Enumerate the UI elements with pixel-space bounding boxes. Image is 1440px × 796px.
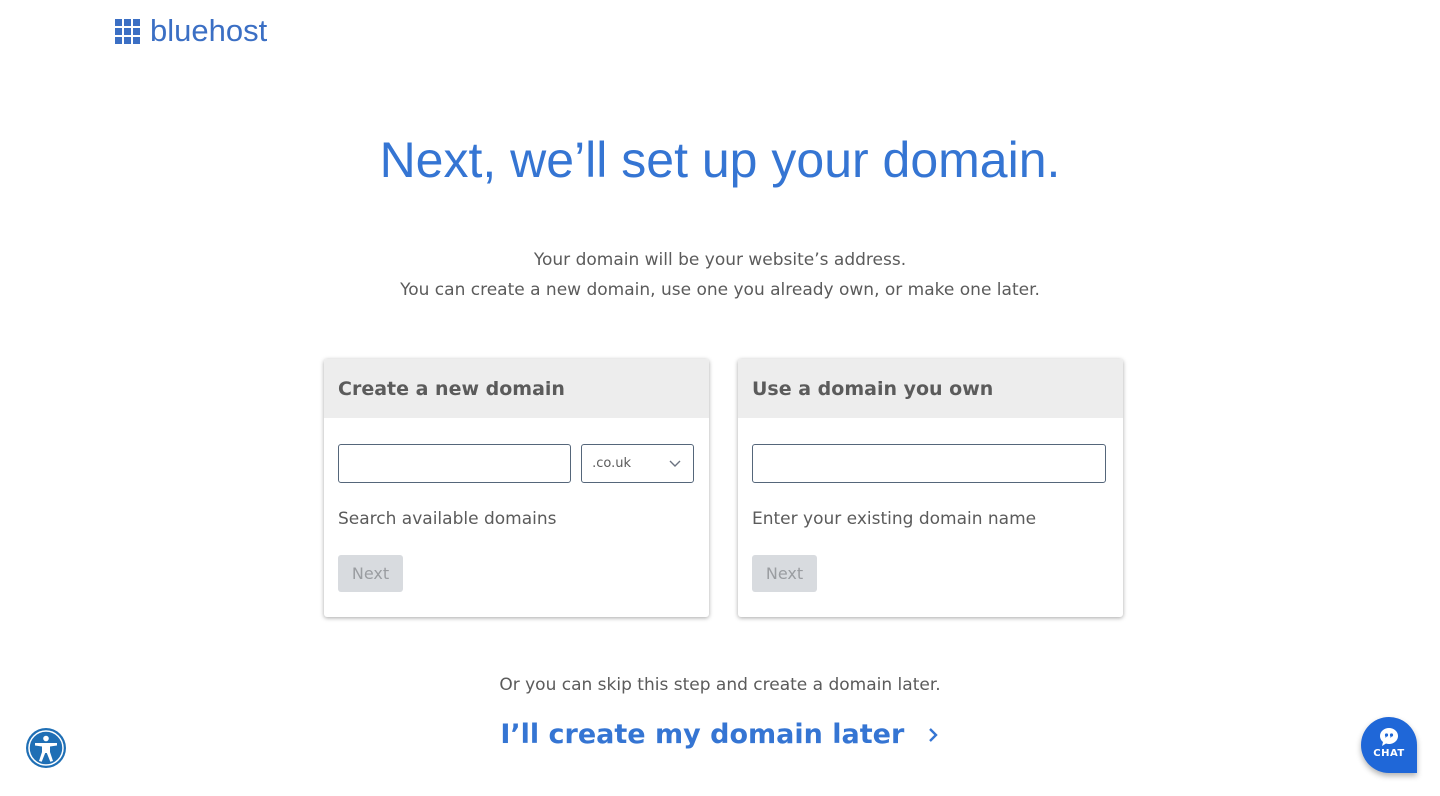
later-link-label: I’ll create my domain later <box>500 719 905 750</box>
chevron-right-icon <box>928 728 938 742</box>
tld-select[interactable]: .co.uk <box>581 444 695 483</box>
own-domain-next-button[interactable]: Next <box>752 555 817 592</box>
create-domain-later-link[interactable]: I’ll create my domain later <box>0 715 1440 755</box>
chat-label: CHAT <box>1373 748 1405 759</box>
create-new-domain-card: Create a new domain .co.uk Search availa… <box>324 359 709 617</box>
card-title: Use a domain you own <box>738 359 1123 418</box>
existing-domain-input[interactable] <box>752 444 1106 483</box>
tld-selected-value: .co.uk <box>592 456 631 471</box>
bluehost-logo[interactable]: bluehost <box>115 15 267 47</box>
chat-bubble-icon <box>1380 728 1398 746</box>
existing-domain-helper-text: Enter your existing domain name <box>752 509 1037 529</box>
card-title: Create a new domain <box>324 359 709 418</box>
page-title: Next, we’ll set up your domain. <box>379 132 1061 188</box>
subtitle-line-1: Your domain will be your website’s addre… <box>533 250 907 270</box>
accessibility-icon <box>28 730 64 766</box>
grid-icon <box>115 18 140 44</box>
new-domain-input[interactable] <box>338 444 571 483</box>
chevron-down-icon <box>669 460 681 467</box>
search-helper-text: Search available domains <box>338 509 557 529</box>
domain-search-row: .co.uk <box>338 444 695 483</box>
logo-text: bluehost <box>150 13 268 48</box>
skip-text: Or you can skip this step and create a d… <box>499 675 941 695</box>
accessibility-button[interactable] <box>26 728 66 768</box>
chat-button[interactable]: CHAT <box>1361 717 1417 773</box>
use-own-domain-card: Use a domain you own Enter your existing… <box>738 359 1123 617</box>
subtitle-line-2: You can create a new domain, use one you… <box>400 280 1040 300</box>
new-domain-next-button[interactable]: Next <box>338 555 403 592</box>
